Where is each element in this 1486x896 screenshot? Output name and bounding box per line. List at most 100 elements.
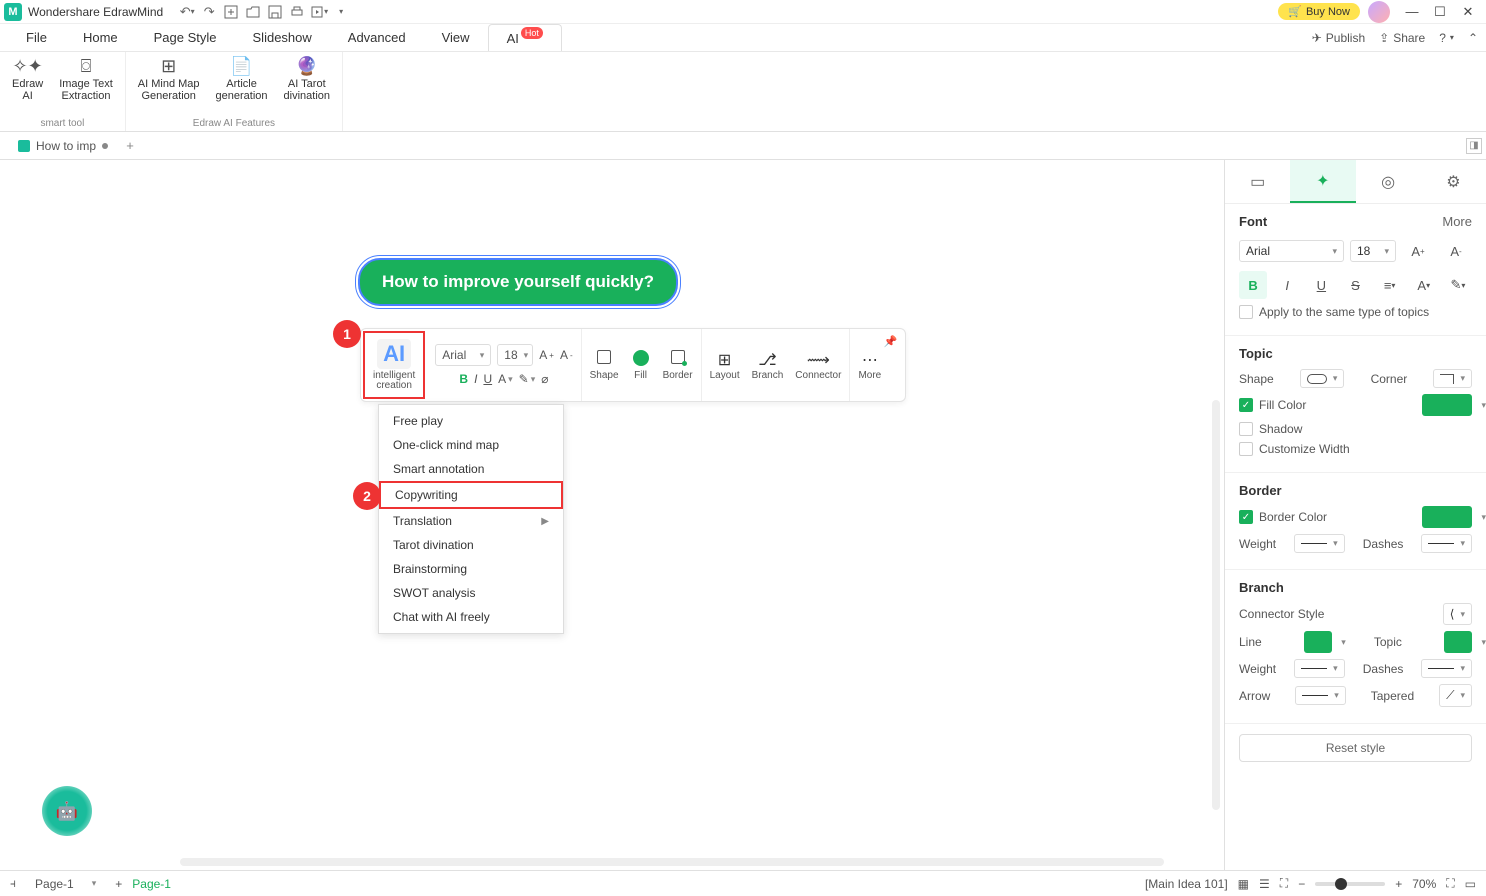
collapse-ribbon-button[interactable]: ⌃ xyxy=(1468,31,1478,45)
connector-style-select[interactable]: ⟨▾ xyxy=(1443,603,1472,625)
highlight-button[interactable]: ✎▾ xyxy=(519,372,536,386)
dd-one-click-mindmap[interactable]: One-click mind map xyxy=(379,433,563,457)
font-family-select[interactable]: Arial▾ xyxy=(1239,240,1344,262)
maximize-button[interactable]: ☐ xyxy=(1426,2,1454,22)
ai-mindmap-button[interactable]: ⊞ AI Mind Map Generation xyxy=(134,56,204,102)
border-weight-select[interactable]: ▾ xyxy=(1294,534,1345,553)
fill-color-checkbox[interactable]: ✓ xyxy=(1239,398,1253,412)
menu-file[interactable]: File xyxy=(8,24,65,51)
font-size-select[interactable]: 18▾ xyxy=(1350,240,1396,262)
underline-button[interactable]: U xyxy=(1307,271,1335,299)
menu-slideshow[interactable]: Slideshow xyxy=(235,24,330,51)
dd-swot[interactable]: SWOT analysis xyxy=(379,581,563,605)
font-color-button[interactable]: A▾ xyxy=(498,372,513,386)
align-button[interactable]: ≡▾ xyxy=(1376,271,1404,299)
fill-color-swatch[interactable]: ▾ xyxy=(1422,394,1472,416)
dd-copywriting[interactable]: Copywriting xyxy=(379,481,563,509)
layout-button[interactable]: ⊞Layout xyxy=(710,350,740,381)
horizontal-scrollbar[interactable] xyxy=(180,858,1164,866)
document-tab[interactable]: How to imp xyxy=(8,132,118,159)
edraw-ai-button[interactable]: ✧✦ Edraw AI xyxy=(8,56,47,102)
page-tab-active[interactable]: Page-1 xyxy=(132,877,171,891)
add-page-button[interactable]: + xyxy=(115,877,122,891)
ai-chat-fab[interactable]: 🤖 xyxy=(42,786,92,836)
arrow-select[interactable]: ▾ xyxy=(1295,686,1346,705)
dd-smart-annotation[interactable]: Smart annotation xyxy=(379,457,563,481)
qat-customize[interactable]: ▾ xyxy=(331,2,351,22)
add-tab-button[interactable]: + xyxy=(118,138,142,153)
font-grow-button[interactable]: A+ xyxy=(1402,237,1434,265)
view-mode-1[interactable]: ▦ xyxy=(1238,877,1249,891)
pin-icon[interactable]: 📌 xyxy=(884,335,898,348)
italic-button[interactable]: I xyxy=(1273,271,1301,299)
shape-select[interactable]: ▾ xyxy=(1300,369,1345,388)
rtab-settings[interactable]: ⚙ xyxy=(1421,160,1486,203)
open-button[interactable] xyxy=(243,2,263,22)
publish-button[interactable]: ✈Publish xyxy=(1312,31,1365,45)
fill-button[interactable]: Fill xyxy=(633,350,649,381)
branch-dashes-select[interactable]: ▾ xyxy=(1421,659,1472,678)
italic-button[interactable]: I xyxy=(474,372,477,386)
expand-panel-button[interactable]: ◨ xyxy=(1466,138,1482,154)
strikethrough-button[interactable]: S xyxy=(1341,271,1369,299)
font-family-select[interactable]: Arial▾ xyxy=(435,344,491,366)
border-color-swatch[interactable]: ▾ xyxy=(1422,506,1472,528)
vertical-scrollbar[interactable] xyxy=(1212,400,1220,810)
ai-tarot-button[interactable]: 🔮 AI Tarot divination xyxy=(280,56,334,102)
ai-intelligent-creation-button[interactable]: AI intelligent creation xyxy=(363,331,425,399)
line-color-swatch[interactable]: ▾ xyxy=(1304,631,1332,653)
buy-now-button[interactable]: 🛒 Buy Now xyxy=(1278,3,1360,20)
help-button[interactable]: ?▾ xyxy=(1439,31,1454,45)
zoom-slider[interactable] xyxy=(1315,882,1385,886)
font-grow-button[interactable]: A+ xyxy=(539,348,554,362)
font-color-button[interactable]: A▾ xyxy=(1410,271,1438,299)
user-avatar[interactable] xyxy=(1368,1,1390,23)
corner-select[interactable]: ▾ xyxy=(1433,369,1472,388)
dd-chat-ai[interactable]: Chat with AI freely xyxy=(379,605,563,629)
main-topic-node[interactable]: How to improve yourself quickly? xyxy=(358,258,678,306)
dd-tarot[interactable]: Tarot divination xyxy=(379,533,563,557)
font-shrink-button[interactable]: A- xyxy=(560,348,573,362)
menu-page-style[interactable]: Page Style xyxy=(136,24,235,51)
image-text-extraction-button[interactable]: ⌼ Image Text Extraction xyxy=(55,56,117,102)
export-button[interactable]: ▾ xyxy=(309,2,329,22)
apply-same-type-checkbox[interactable] xyxy=(1239,305,1253,319)
bold-button[interactable]: B xyxy=(1239,271,1267,299)
undo-button[interactable]: ↶▾ xyxy=(177,2,197,22)
border-button[interactable]: Border xyxy=(663,350,693,381)
print-button[interactable] xyxy=(287,2,307,22)
close-button[interactable]: ✕ xyxy=(1454,2,1482,22)
underline-button[interactable]: U xyxy=(483,372,492,386)
branch-button[interactable]: ⎇Branch xyxy=(752,350,784,381)
rtab-tag[interactable]: ◎ xyxy=(1356,160,1421,203)
new-button[interactable] xyxy=(221,2,241,22)
highlight-button[interactable]: ✎▾ xyxy=(1444,271,1472,299)
connector-button[interactable]: ⟿Connector xyxy=(795,350,841,381)
presentation-button[interactable]: ▭ xyxy=(1465,877,1476,891)
rtab-style[interactable]: ✦ xyxy=(1290,160,1355,203)
menu-view[interactable]: View xyxy=(424,24,488,51)
fit-page-button[interactable]: ⛶ xyxy=(1280,876,1288,891)
font-shrink-button[interactable]: A- xyxy=(1440,237,1472,265)
canvas[interactable]: How to improve yourself quickly? 1 2 AI … xyxy=(0,160,1224,870)
shadow-checkbox[interactable] xyxy=(1239,422,1253,436)
reset-style-button[interactable]: Reset style xyxy=(1239,734,1472,762)
bold-button[interactable]: B xyxy=(459,372,468,386)
clear-format-button[interactable]: ⌀ xyxy=(541,372,548,386)
menu-advanced[interactable]: Advanced xyxy=(330,24,424,51)
border-color-checkbox[interactable]: ✓ xyxy=(1239,510,1253,524)
more-button[interactable]: ⋯More xyxy=(858,350,881,381)
font-more-link[interactable]: More xyxy=(1442,214,1472,229)
rtab-outline[interactable]: ▭ xyxy=(1225,160,1290,203)
shape-button[interactable]: Shape xyxy=(590,350,619,381)
menu-home[interactable]: Home xyxy=(65,24,136,51)
article-generation-button[interactable]: 📄 Article generation xyxy=(212,56,272,102)
page-select[interactable]: Page-1▾ xyxy=(26,874,105,894)
save-button[interactable] xyxy=(265,2,285,22)
dd-translation[interactable]: Translation▶ xyxy=(379,509,563,533)
view-mode-2[interactable]: ☰ xyxy=(1259,877,1270,891)
zoom-in-button[interactable]: + xyxy=(1395,877,1402,891)
border-dashes-select[interactable]: ▾ xyxy=(1421,534,1472,553)
dd-brainstorming[interactable]: Brainstorming xyxy=(379,557,563,581)
menu-ai[interactable]: AIHot xyxy=(488,24,562,51)
